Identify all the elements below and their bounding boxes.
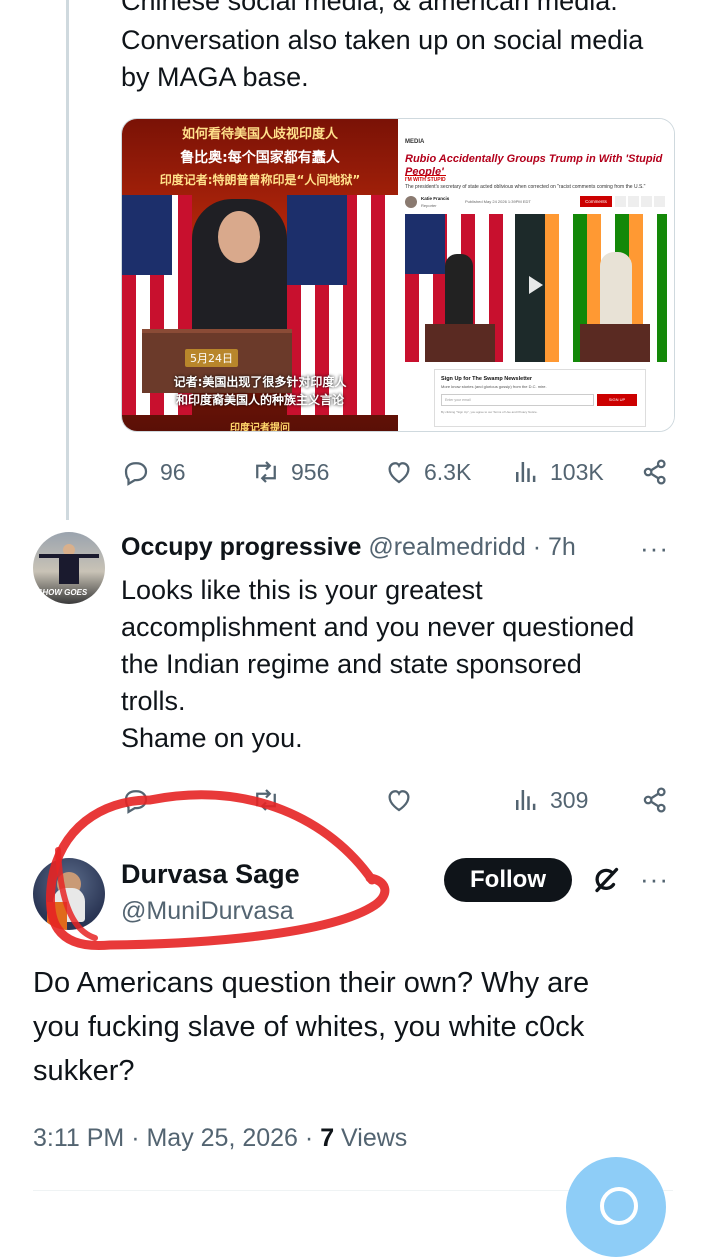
newsletter-box: Sign Up for The Swamp Newsletter More kn… (434, 369, 646, 427)
subtitle-line: 印度记者提问 (230, 423, 290, 431)
author-avatar (405, 196, 417, 208)
us-flag-canton (122, 195, 172, 275)
subtitle-line: 记者:美国出现了很多针对印度人 (173, 375, 347, 389)
reply-header: Occupy progressive @realmedridd · 7h (121, 533, 576, 562)
media-image-chinese-news[interactable]: 如何看待美国人歧视印度人 鲁比奥:每个国家都有蠢人 印度记者:特朗普曾称印是“人… (122, 119, 398, 431)
news-headline-line: 印度记者:特朗普曾称印是“人间地狱” (159, 173, 361, 187)
news-headline-line: 如何看待美国人歧视印度人 (181, 127, 338, 142)
reply-text-line: trolls. (121, 686, 186, 716)
tweet-text-line: Chinese social media, & american media. (121, 0, 618, 16)
newsletter-signup-button: SIGN UP (597, 394, 637, 406)
article-tag: I'M WITH STUPID (405, 175, 446, 183)
share-icon (643, 787, 666, 813)
views-icon (516, 790, 536, 810)
follow-button[interactable]: Follow (444, 858, 572, 902)
avatar[interactable]: SHOW GOES (33, 532, 105, 604)
publish-date: Published May 24 2026 1:39PM EDT (465, 199, 531, 204)
share-icon (643, 459, 666, 485)
media-image-article[interactable]: MEDIA Rubio Accidentally Groups Trump in… (399, 119, 674, 431)
views-count: 103K (550, 458, 604, 485)
repost-button[interactable]: 956 (250, 455, 329, 489)
speaker-head (218, 211, 260, 263)
views-icon (516, 462, 536, 482)
comments-button: Comments (580, 196, 612, 207)
reply-button[interactable]: 96 (121, 455, 186, 489)
tweet-text-line: sukker? (33, 1055, 135, 1087)
avatar[interactable] (33, 858, 105, 930)
reply-icon (124, 790, 148, 814)
user-handle[interactable]: @realmedridd (368, 533, 525, 561)
user-name[interactable]: Occupy progressive (121, 533, 361, 561)
author-name: Katie Francis (421, 196, 450, 201)
user-handle[interactable]: @MuniDurvasa (121, 897, 294, 926)
article-brand: MEDIA (405, 139, 425, 145)
thread-connector-top (66, 0, 69, 520)
tweet-text-line: you fucking slave of whites, you white c… (33, 1011, 585, 1043)
views-button[interactable]: 103K (511, 455, 604, 489)
article-subhead: The president's secretary of state acted… (405, 184, 646, 190)
author-role: Reporter (421, 203, 437, 208)
subtitle-line: 和印度裔美国人的种族主义言论 (175, 393, 344, 407)
reply-button[interactable] (121, 783, 160, 817)
reply-count: 96 (160, 458, 186, 485)
newsletter-email-input: Enter your email (441, 394, 594, 406)
views-count: 7 (320, 1124, 335, 1152)
us-flag-canton (287, 195, 347, 285)
news-headline-line: 鲁比奥:每个国家都有蠢人 (180, 150, 340, 166)
play-icon (529, 276, 543, 294)
newsletter-subtitle: More know stories (and glorious gossip) … (441, 384, 547, 389)
repost-icon (256, 461, 276, 483)
compose-icon (600, 1187, 638, 1225)
repost-icon (256, 789, 276, 811)
more-icon[interactable]: ··· (640, 864, 669, 895)
reply-text-line: Looks like this is your greatest (121, 575, 483, 605)
like-button[interactable] (383, 783, 424, 817)
like-count: 6.3K (424, 458, 472, 485)
repost-button[interactable] (250, 783, 291, 817)
share-buttons (615, 196, 667, 207)
grok-icon[interactable] (588, 862, 624, 898)
newsletter-legal: By clicking "Sign Up", you agree to our … (441, 410, 538, 414)
like-icon (388, 462, 410, 484)
date-badge: 5月24日 (185, 349, 238, 367)
share-button[interactable] (640, 455, 679, 489)
tweet-text-line: by MAGA base. (121, 62, 309, 92)
repost-count: 956 (291, 458, 330, 485)
tweet-meta: 3:11 PM · May 25, 2026 · 7 Views (33, 1124, 407, 1153)
newsletter-title: Sign Up for The Swamp Newsletter (441, 376, 533, 382)
reply-text-line: Shame on you. (121, 723, 303, 753)
share-button[interactable] (640, 783, 679, 817)
tweet-text-line: Do Americans question their own? Why are (33, 967, 590, 999)
like-button[interactable]: 6.3K (383, 455, 471, 489)
avatar-caption: SHOW GOES (37, 588, 88, 597)
post-time[interactable]: · 7h (533, 533, 576, 561)
reply-icon (124, 462, 148, 486)
reply-text-line: accomplishment and you never questioned (121, 612, 635, 642)
like-icon (388, 790, 410, 812)
user-name[interactable]: Durvasa Sage (121, 859, 300, 890)
views-count: 309 (550, 786, 589, 813)
reply-text-line: the Indian regime and state sponsored (121, 649, 582, 679)
tweet-media-grid[interactable]: 如何看待美国人歧视印度人 鲁比奥:每个国家都有蠢人 印度记者:特朗普曾称印是“人… (121, 118, 675, 432)
article-video-still (405, 214, 667, 362)
timestamp[interactable]: 3:11 PM · May 25, 2026 · (33, 1124, 313, 1152)
views-label: Views (341, 1124, 408, 1152)
more-icon[interactable]: ··· (640, 533, 669, 564)
tweet-text-line: Conversation also taken up on social med… (121, 25, 644, 55)
views-button[interactable]: 309 (511, 783, 588, 817)
compose-button[interactable] (566, 1157, 666, 1257)
